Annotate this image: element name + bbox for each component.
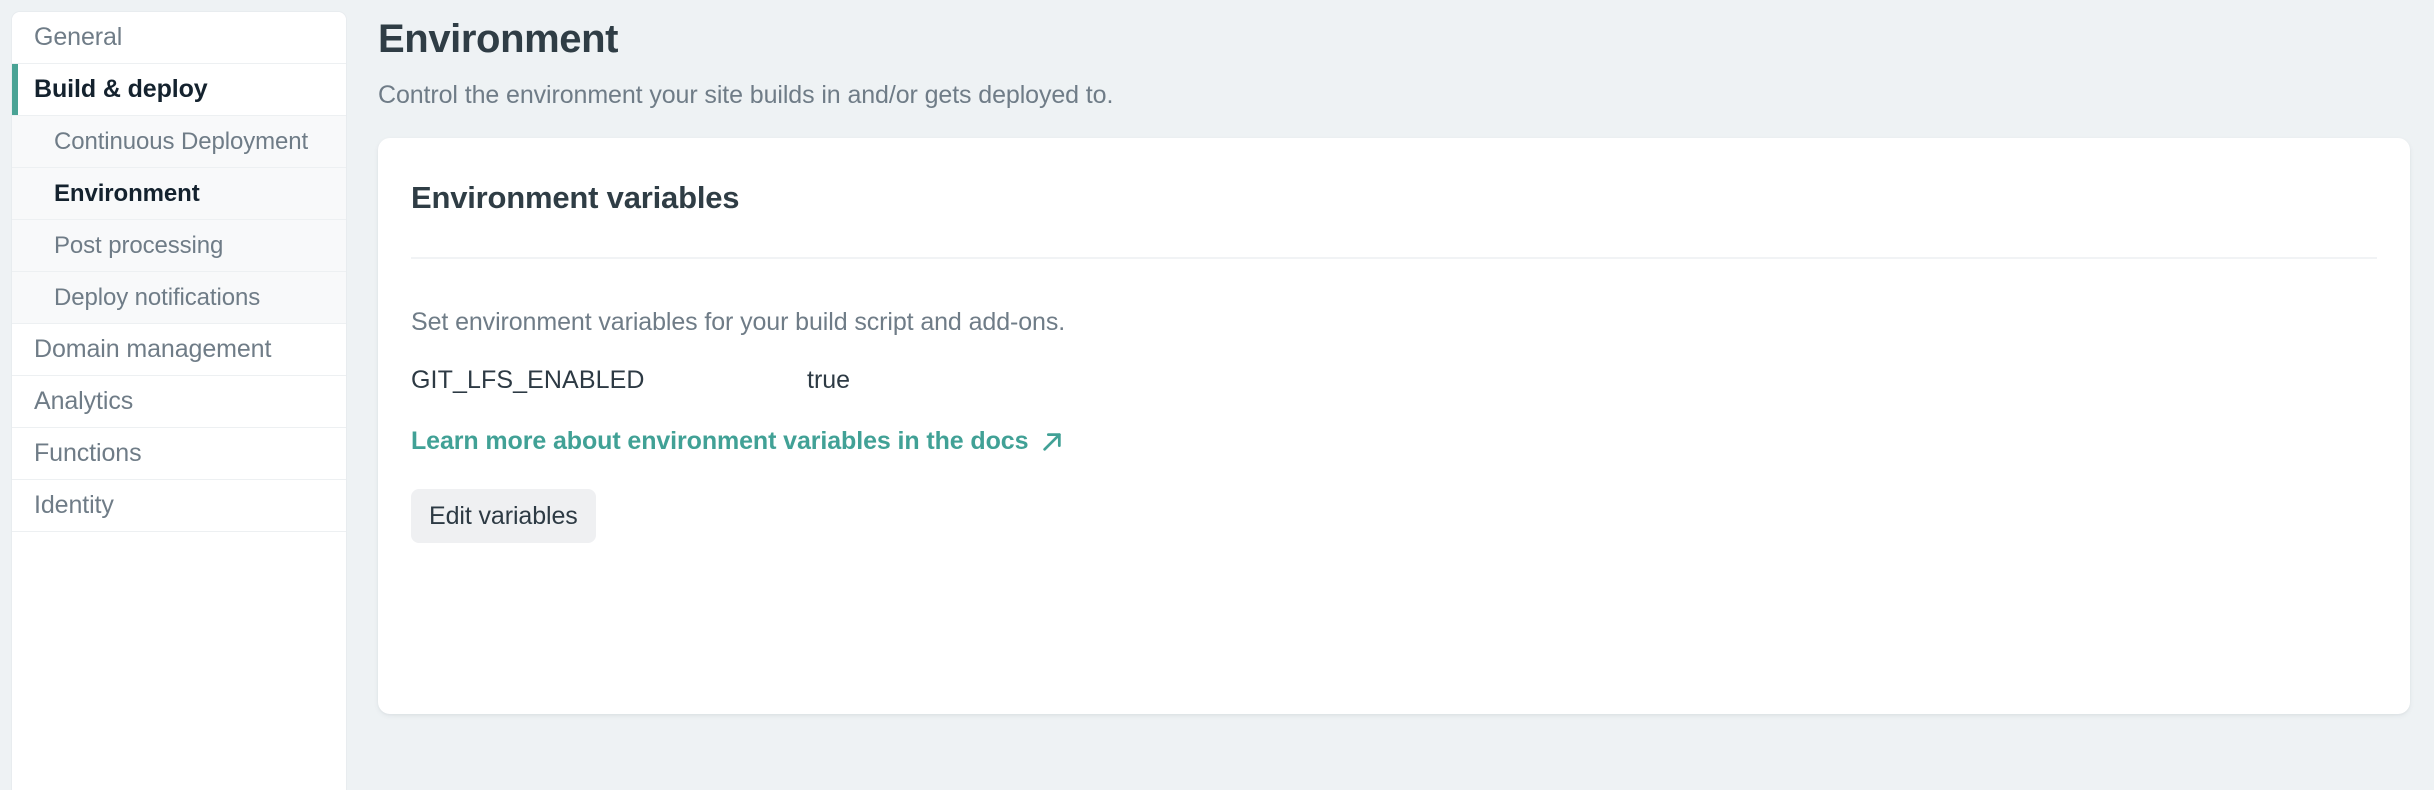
- sidebar-item-functions[interactable]: Functions: [12, 428, 346, 480]
- active-accent-bar: [12, 64, 18, 115]
- sidebar-item-environment[interactable]: Environment: [12, 168, 346, 220]
- page-title: Environment: [378, 17, 619, 61]
- sidebar-item-analytics[interactable]: Analytics: [12, 376, 346, 428]
- sidebar-item-label: Continuous Deployment: [54, 127, 309, 155]
- sidebar-item-post-processing[interactable]: Post processing: [12, 220, 346, 272]
- sidebar-container: General Build & deploy Continuous Deploy…: [0, 0, 347, 790]
- sidebar-item-label: Post processing: [54, 231, 224, 259]
- sidebar-item-deploy-notifications[interactable]: Deploy notifications: [12, 272, 346, 324]
- sidebar-item-label: Identity: [34, 491, 114, 519]
- edit-variables-button[interactable]: Edit variables: [411, 489, 596, 543]
- variable-key: GIT_LFS_ENABLED: [411, 366, 645, 394]
- card-divider: [411, 257, 2377, 259]
- sidebar-item-identity[interactable]: Identity: [12, 480, 346, 532]
- sidebar-item-build-and-deploy[interactable]: Build & deploy: [12, 64, 346, 116]
- sidebar-item-domain-management[interactable]: Domain management: [12, 324, 346, 376]
- sidebar-item-label: Domain management: [34, 335, 272, 363]
- environment-variables-table: GIT_LFS_ENABLED true: [411, 366, 2377, 395]
- sidebar-item-label: Deploy notifications: [54, 283, 261, 311]
- card-description: Set environment variables for your build…: [411, 308, 1066, 336]
- sidebar-item-label: General: [34, 23, 123, 51]
- external-link-arrow-icon: [1041, 431, 1063, 453]
- site-settings-page: General Build & deploy Continuous Deploy…: [0, 0, 2434, 790]
- sidebar-item-general[interactable]: General: [12, 12, 346, 64]
- sidebar-item-label: Functions: [34, 439, 142, 467]
- card-title: Environment variables: [411, 180, 740, 215]
- docs-link-label: Learn more about environment variables i…: [411, 427, 1029, 455]
- sidebar-item-label: Environment: [54, 179, 200, 207]
- main-content: Environment Control the environment your…: [347, 0, 2434, 790]
- environment-variables-card: Environment variables Set environment va…: [378, 138, 2410, 714]
- page-subtitle: Control the environment your site builds…: [378, 81, 1114, 109]
- environment-variables-docs-link[interactable]: Learn more about environment variables i…: [411, 427, 1063, 456]
- variable-value: true: [807, 366, 851, 394]
- sidebar-item-label: Build & deploy: [34, 75, 208, 103]
- settings-sidebar-nav: General Build & deploy Continuous Deploy…: [11, 11, 347, 790]
- sidebar-item-continuous-deployment[interactable]: Continuous Deployment: [12, 116, 346, 168]
- sidebar-item-label: Analytics: [34, 387, 134, 415]
- edit-variables-label: Edit variables: [429, 501, 578, 530]
